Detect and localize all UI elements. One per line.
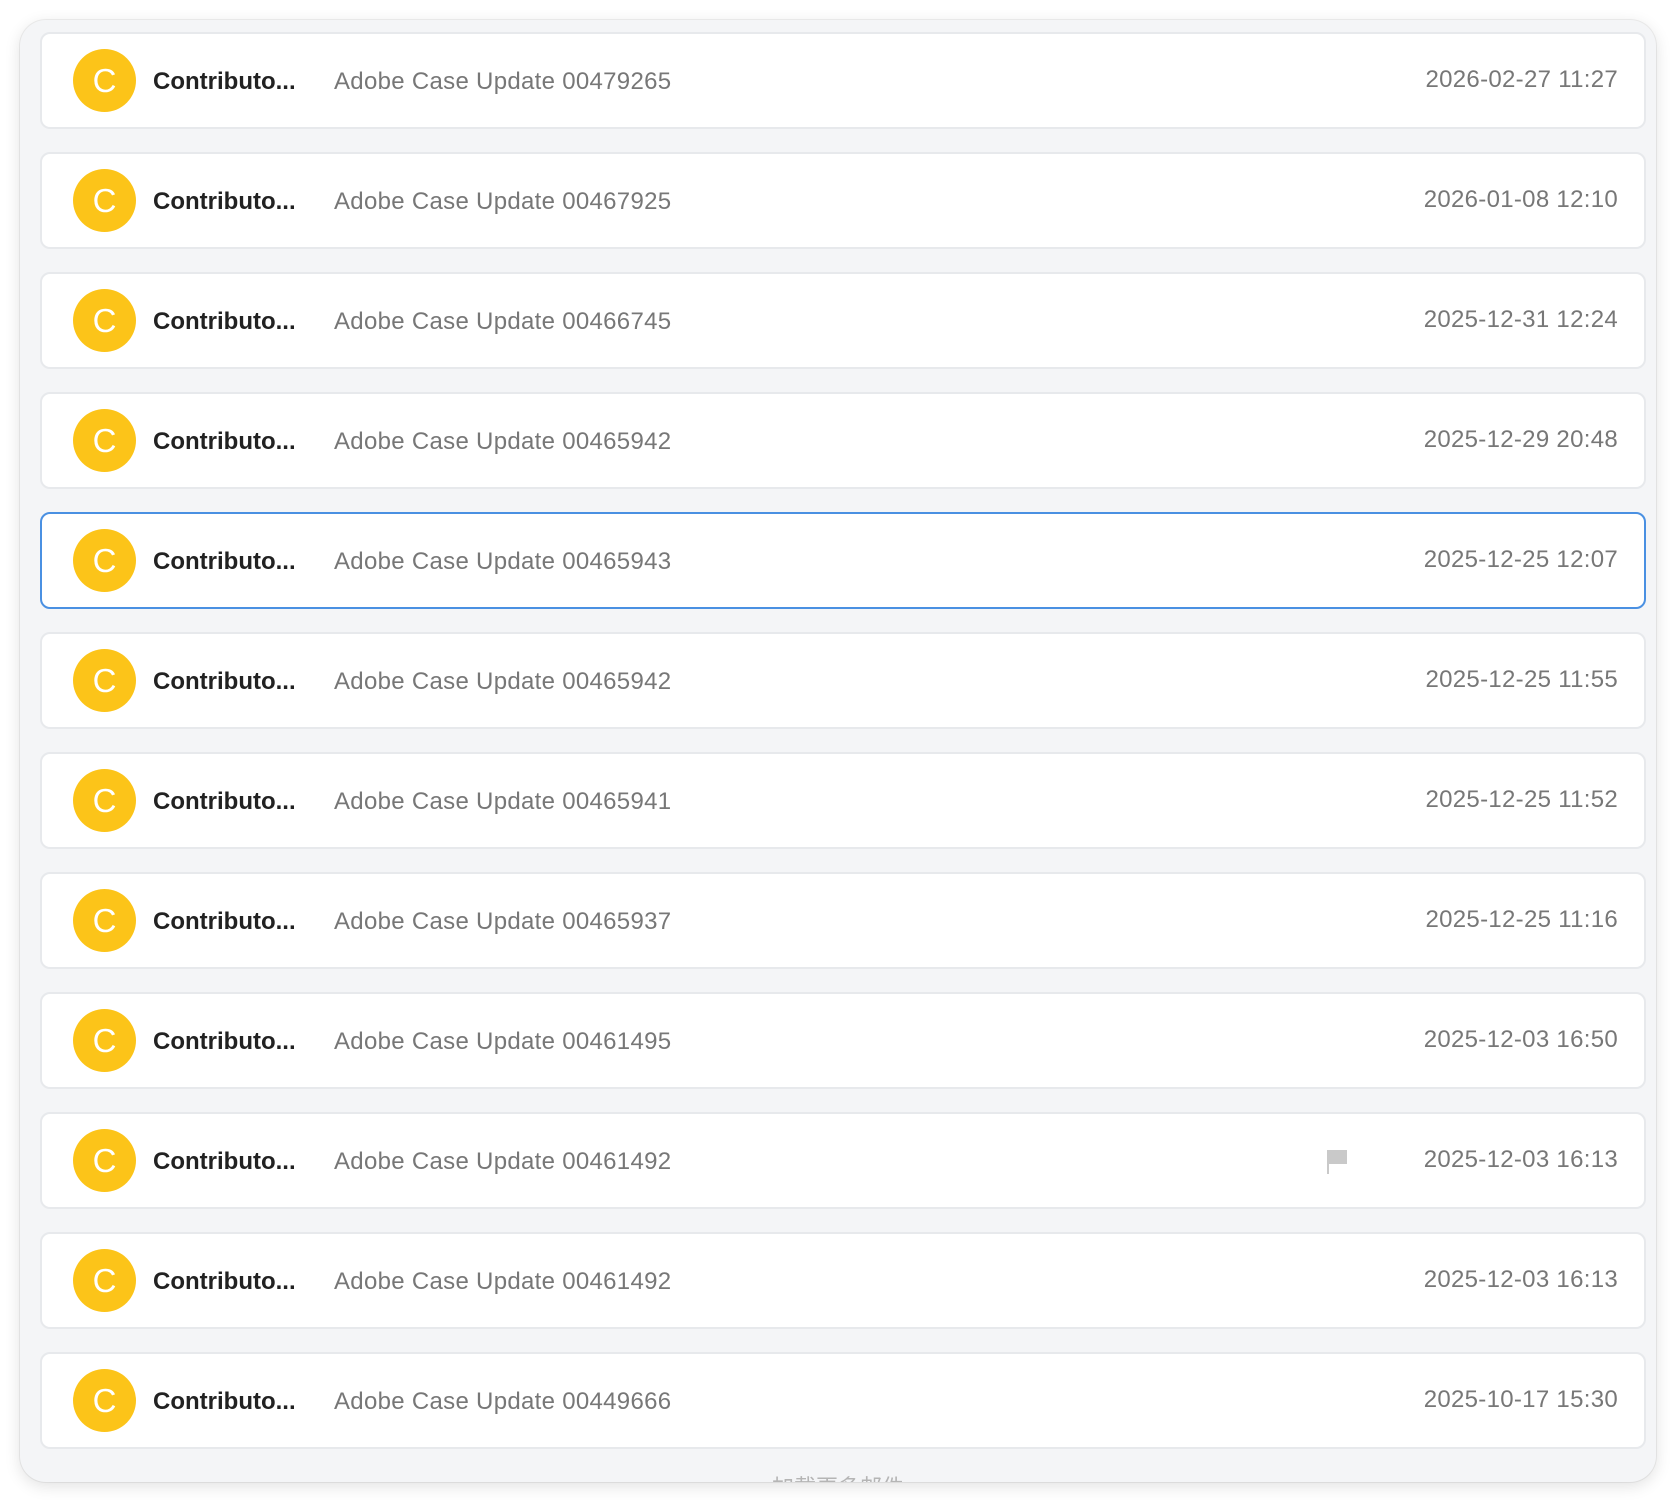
message-date: 2025-12-25 11:16 [1425, 906, 1618, 933]
message-date: 2025-12-25 11:52 [1425, 786, 1618, 813]
sender-avatar: C [73, 529, 136, 592]
sender-name: Contributo... [153, 1028, 296, 1055]
message-subject: Adobe Case Update 00461495 [334, 1028, 672, 1055]
sender-avatar: C [73, 1129, 136, 1192]
sender-avatar: C [73, 889, 136, 952]
message-date: 2025-12-31 12:24 [1423, 306, 1618, 333]
sender-name: Contributo... [153, 668, 296, 695]
message-row[interactable]: C Contributo... Adobe Case Update 00466745… [40, 272, 1646, 369]
message-row[interactable]: C Contributo... Adobe Case Update 00465941… [40, 752, 1646, 849]
sender-avatar: C [73, 289, 136, 352]
message-row[interactable]: C Contributo... Adobe Case Update 00461492… [40, 1112, 1646, 1209]
message-row[interactable]: C Contributo... Adobe Case Update 00461492… [40, 1232, 1646, 1329]
message-date: 2025-12-03 16:13 [1423, 1146, 1618, 1173]
sender-avatar: C [73, 769, 136, 832]
message-date: 2026-01-08 12:10 [1423, 186, 1618, 213]
message-date: 2026-02-27 11:27 [1425, 66, 1618, 93]
message-row[interactable]: C Contributo... Adobe Case Update 00461495… [40, 992, 1646, 1089]
message-subject: Adobe Case Update 00466745 [334, 308, 672, 335]
message-subject: Adobe Case Update 00465941 [334, 788, 672, 815]
sender-name: Contributo... [153, 548, 296, 575]
sender-avatar: C [73, 1249, 136, 1312]
message-subject: Adobe Case Update 00465943 [334, 548, 672, 575]
message-subject: Adobe Case Update 00479265 [334, 68, 672, 95]
message-row[interactable]: C Contributo... Adobe Case Update 00465943… [40, 512, 1646, 609]
message-row[interactable]: C Contributo... Adobe Case Update 00449666… [40, 1352, 1646, 1449]
message-row[interactable]: C Contributo... Adobe Case Update 00465942… [40, 632, 1646, 729]
sender-avatar: C [73, 409, 136, 472]
message-date: 2025-12-25 12:07 [1423, 546, 1618, 573]
mail-list-window: C Contributo... Adobe Case Update 00479265… [20, 20, 1656, 1482]
message-date: 2025-10-17 15:30 [1423, 1386, 1618, 1413]
message-row[interactable]: C Contributo... Adobe Case Update 00465937… [40, 872, 1646, 969]
message-subject: Adobe Case Update 00467925 [334, 188, 672, 215]
sender-name: Contributo... [153, 908, 296, 935]
sender-name: Contributo... [153, 188, 296, 215]
sender-avatar: C [73, 169, 136, 232]
message-date: 2025-12-03 16:50 [1423, 1026, 1618, 1053]
load-more-link[interactable]: 加载更多邮件 [20, 1470, 1656, 1482]
message-date: 2025-12-29 20:48 [1423, 426, 1618, 453]
message-subject: Adobe Case Update 00465942 [334, 668, 672, 695]
message-date: 2025-12-25 11:55 [1425, 666, 1618, 693]
sender-name: Contributo... [153, 1268, 296, 1295]
sender-avatar: C [73, 1009, 136, 1072]
message-row[interactable]: C Contributo... Adobe Case Update 00467925… [40, 152, 1646, 249]
message-row[interactable]: C Contributo... Adobe Case Update 00465942… [40, 392, 1646, 489]
message-date: 2025-12-03 16:13 [1423, 1266, 1618, 1293]
message-row[interactable]: C Contributo... Adobe Case Update 00479265… [40, 32, 1646, 129]
flag-icon[interactable] [1325, 1148, 1349, 1176]
sender-name: Contributo... [153, 1148, 296, 1175]
message-subject: Adobe Case Update 00465942 [334, 428, 672, 455]
sender-avatar: C [73, 1369, 136, 1432]
sender-name: Contributo... [153, 308, 296, 335]
sender-avatar: C [73, 649, 136, 712]
message-subject: Adobe Case Update 00461492 [334, 1148, 672, 1175]
sender-name: Contributo... [153, 428, 296, 455]
sender-name: Contributo... [153, 68, 296, 95]
message-list: C Contributo... Adobe Case Update 00479265… [40, 32, 1646, 1472]
message-subject: Adobe Case Update 00461492 [334, 1268, 672, 1295]
sender-avatar: C [73, 49, 136, 112]
sender-name: Contributo... [153, 788, 296, 815]
sender-name: Contributo... [153, 1388, 296, 1415]
message-subject: Adobe Case Update 00465937 [334, 908, 672, 935]
message-subject: Adobe Case Update 00449666 [334, 1388, 672, 1415]
